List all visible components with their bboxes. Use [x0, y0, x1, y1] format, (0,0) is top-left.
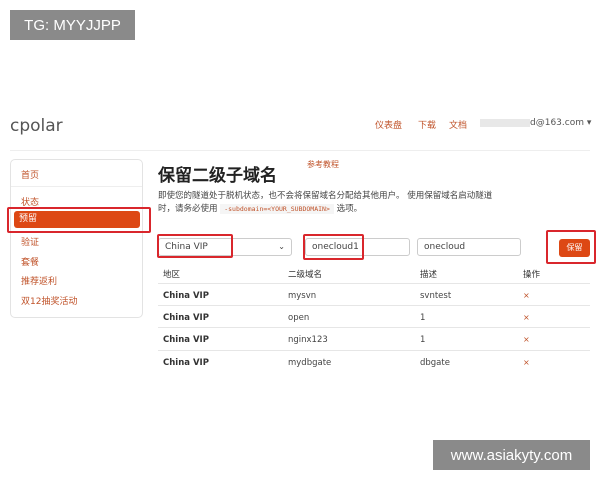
- nav-dashboard[interactable]: 仪表盘: [375, 118, 402, 131]
- sidebar: 首页 状态 验证 套餐 推荐返利 双12抽奖活动: [10, 159, 143, 318]
- sidebar-item-promo[interactable]: 双12抽奖活动: [21, 294, 77, 307]
- description-input[interactable]: onecloud: [417, 238, 521, 256]
- nav-docs[interactable]: 文档: [449, 118, 467, 131]
- desc-line: 即使您的隧道处于脱机状态，也不会将保留域名分配给其他用户。 使用保留域名启动隧道: [158, 191, 493, 201]
- desc-text: 选项。: [336, 204, 363, 214]
- sidebar-item-home[interactable]: 首页: [21, 168, 39, 181]
- delete-button[interactable]: ×: [523, 313, 530, 322]
- chevron-down-icon: ⌄: [278, 242, 285, 251]
- highlight-box: [7, 207, 151, 233]
- divider: [10, 150, 590, 151]
- code-snippet: -subdomain=<YOUR_SUBDOMAIN>: [220, 204, 334, 214]
- delete-button[interactable]: ×: [523, 335, 530, 344]
- highlight-box: [303, 234, 364, 260]
- description: 即使您的隧道处于脱机状态，也不会将保留域名分配给其他用户。 使用保留域名启动隧道…: [158, 190, 498, 216]
- sidebar-item-verify[interactable]: 验证: [21, 235, 39, 248]
- delete-button[interactable]: ×: [523, 358, 530, 367]
- delete-button[interactable]: ×: [523, 291, 530, 300]
- redacted-email: [480, 118, 530, 127]
- user-menu[interactable]: d@163.com ▾: [480, 118, 591, 128]
- logo[interactable]: cpolar: [10, 116, 63, 136]
- divider: [11, 186, 142, 187]
- row-divider: [158, 327, 590, 328]
- nav-download[interactable]: 下载: [418, 118, 436, 131]
- cell-description: dbgate: [420, 358, 450, 368]
- col-header-action: 操作: [523, 270, 541, 280]
- page-title: 保留二级子域名: [158, 166, 277, 186]
- cell-subdomain: mydbgate: [288, 358, 332, 368]
- row-divider: [158, 305, 590, 306]
- row-divider: [158, 283, 590, 284]
- cell-subdomain: nginx123: [288, 335, 328, 345]
- reference-link[interactable]: 参考教程: [307, 159, 339, 170]
- col-header-description: 描述: [420, 270, 438, 280]
- cell-description: 1: [420, 335, 426, 345]
- email-text: d@163.com ▾: [530, 118, 592, 128]
- cell-region: China VIP: [163, 313, 209, 323]
- highlight-box: [157, 234, 233, 258]
- cell-region: China VIP: [163, 291, 209, 301]
- sidebar-item-plan[interactable]: 套餐: [21, 255, 39, 268]
- col-header-subdomain: 二级域名: [288, 270, 323, 280]
- row-divider: [158, 350, 590, 351]
- cell-description: svntest: [420, 291, 452, 301]
- cell-region: China VIP: [163, 358, 209, 368]
- sidebar-item-referral[interactable]: 推荐返利: [21, 274, 57, 287]
- cell-region: China VIP: [163, 335, 209, 345]
- watermark-bottom: www.asiakyty.com: [433, 440, 590, 470]
- highlight-box: [546, 230, 596, 264]
- cell-subdomain: mysvn: [288, 291, 317, 301]
- col-header-region: 地区: [163, 270, 181, 280]
- cell-description: 1: [420, 313, 426, 323]
- watermark-top: TG: MYYJJPP: [10, 10, 135, 40]
- desc-text: 时，请务必使用: [158, 204, 218, 214]
- cell-subdomain: open: [288, 313, 310, 323]
